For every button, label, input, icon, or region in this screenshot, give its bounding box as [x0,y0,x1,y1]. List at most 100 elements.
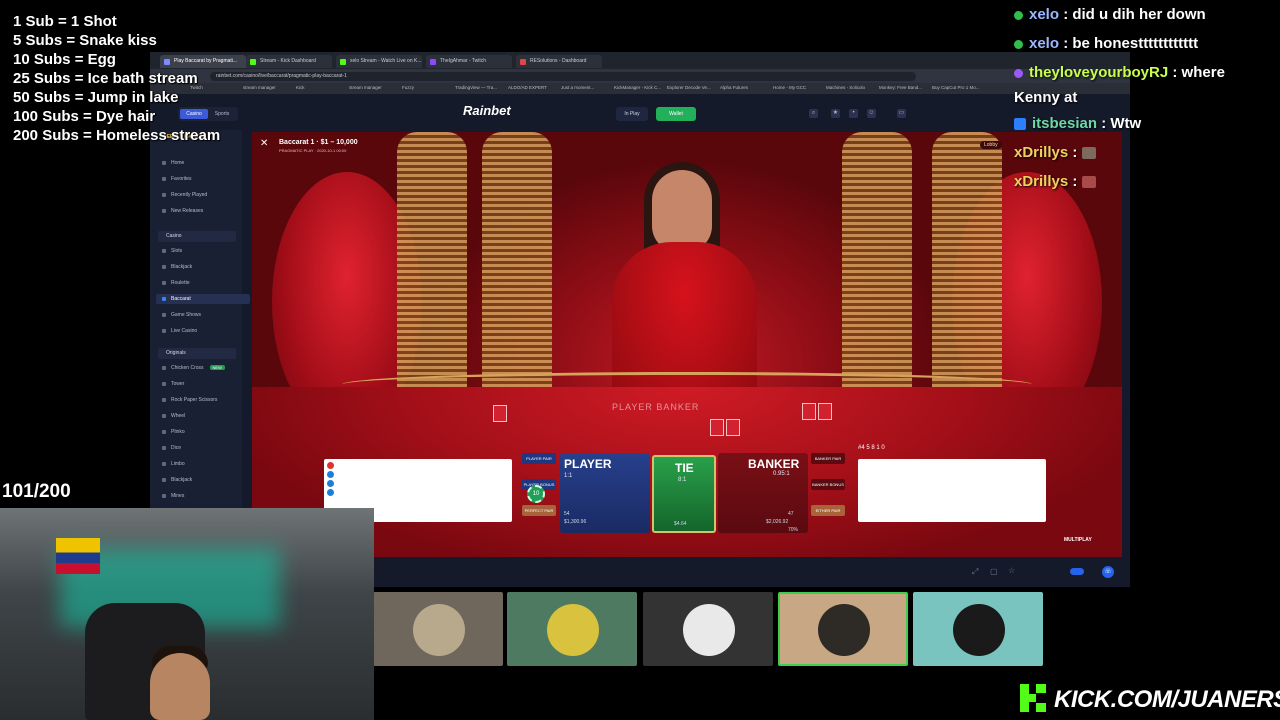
player-dot [327,480,334,487]
favorite-star-icon[interactable]: ☆ [1008,566,1015,575]
game-title[interactable]: Baccarat 1 · $1 – 10,000 [279,139,358,146]
bookmark-item[interactable]: Buy CapCut Pro 1 Mo... [932,85,980,90]
rewards-icon[interactable]: ★ [831,109,840,118]
emote-icon [1081,147,1096,160]
support-icon[interactable]: ☏ [1102,566,1114,578]
banker-bonus-bet[interactable]: BANKER BONUS [811,479,845,490]
sidebar-item-home[interactable]: Home [162,160,184,166]
sidebar-item-dice[interactable]: Dice [162,445,181,451]
participant-tile-active[interactable] [778,592,908,666]
player-pair-bet[interactable]: PLAYER PAIR [522,453,556,464]
sidebar-item-new-releases[interactable]: New Releases [162,208,203,214]
chat-username: xelo [1029,35,1060,52]
search-icon[interactable]: ⌕ [809,109,818,118]
chat-message: xelo : did u dih her down [1014,0,1280,29]
participant-tile[interactable] [507,592,637,666]
browser-tab[interactable]: TheIgAhmar - Twitch [426,55,512,68]
sidebar-item-baccarat[interactable]: Baccarat [156,294,250,304]
theater-icon[interactable]: ▢ [990,567,998,576]
bookmark-item[interactable]: TradingView — Tra... [455,85,497,90]
chat-username: xDrillys [1014,173,1069,190]
browser-window: Play Baccarat by Pragmati... Stream - Ki… [150,52,1130,587]
bookmark-item[interactable]: stream manager [349,85,382,90]
bookmark-item[interactable]: Alpha Futures [720,85,748,90]
banker-pair-bet[interactable]: BANKER PAIR [811,453,845,464]
chat-message-continued: Kenny at [1014,87,1280,109]
chat-icon[interactable]: ▭ [897,109,906,118]
sub-goal: 5 Subs = Snake kiss [13,32,157,49]
sidebar-item-limbo[interactable]: Limbo [162,461,185,467]
fullscreen-icon[interactable]: ⤢ [972,567,978,577]
close-icon[interactable]: ✕ [260,138,268,149]
player-odds: 1:1 [564,473,573,479]
sidebar-item-plinko[interactable]: Plinko [162,429,185,435]
bookmark-item[interactable]: Just a moment... [561,85,594,90]
url-field[interactable]: rainbet.com/casino/live/baccarat/pragmat… [210,72,916,81]
sub-counter: 101/200 [2,481,71,502]
sidebar-section-originals[interactable]: Originals [158,348,236,359]
notification-icon[interactable]: • [849,109,858,118]
perfect-pair-bet[interactable]: PERFECT PAIR [522,505,556,516]
sidebar-item-slots[interactable]: Slots [162,248,182,254]
streamer-webcam [0,508,374,720]
browser-tab[interactable]: Stream - Kick Dashboard [246,55,332,68]
sidebar-item-blackjack-original[interactable]: Blackjack [162,477,192,483]
site-logo[interactable]: Rainbet [463,103,511,118]
sidebar-item-live-casino[interactable]: Live Casino [162,328,197,334]
chat-text: : did u dih her down [1063,6,1206,23]
tower-icon [162,381,166,386]
tie-bet-area[interactable]: TIE 8:1 $4.64 [652,455,716,533]
person-avatar-icon [547,604,599,656]
profile-icon[interactable]: ☺ [867,109,876,118]
chat-username: xelo [1029,6,1060,23]
sidebar-item-recently-played[interactable]: Recently Played [162,192,207,198]
participant-tile[interactable] [373,592,503,666]
chip-10[interactable]: 10 [527,485,545,503]
sidebar-item-favorites[interactable]: Favorites [162,176,192,182]
sidebar-section-casino[interactable]: Casino [158,231,236,242]
chat-username: theyloveyourboyRJ [1029,64,1169,81]
banker-label: BANKER [748,457,800,471]
bookmark-item[interactable]: KickManager - Kick C... [614,85,661,90]
participant-tile[interactable] [913,592,1043,666]
lobby-button[interactable]: Lobby [980,141,1002,149]
player-label: PLAYER [564,457,612,471]
fun-mode-toggle[interactable] [1070,568,1084,575]
banker-bet-area[interactable]: BANKER 0.95:1 47 $2,026.92 70% [718,453,808,533]
hand-icon [162,397,166,402]
bookmark-item[interactable]: Explorer Decode Ve... [667,85,711,90]
bookmark-item[interactable]: Monkey: Free Band... [879,85,922,90]
sidebar-item-wheel[interactable]: Wheel [162,413,185,419]
sidebar-item-roulette[interactable]: Roulette [162,280,190,286]
sidebar-item-tower[interactable]: Tower [162,381,184,387]
wallet-button[interactable]: Wallet [656,107,696,121]
bookmark-item[interactable]: ALDO/AD EXPERT [508,85,547,90]
chat-message: xelo : be honestttttttttttt [1014,29,1280,58]
either-pair-bet[interactable]: EITHER PAIR [811,505,845,516]
sidebar-item-blackjack[interactable]: Blackjack [162,264,192,270]
browser-tab[interactable]: xelo Stream - Watch Live on K... [336,55,422,68]
banker-amount: $2,026.92 [766,519,789,525]
bookmark-item[interactable]: Fuzzy [402,85,414,90]
group-photo-avatar-icon [413,604,465,656]
player-bet-area[interactable]: PLAYER 1:1 54 $1,300.96 [560,453,650,533]
card-slot [726,419,740,436]
sidebar-item-game-shows[interactable]: Game Shows [162,312,201,318]
sidebar-item-rock-paper-scissors[interactable]: Rock Paper Scissors [162,397,217,403]
home-icon [162,160,166,165]
player-amount: $1,300.96 [564,519,587,525]
bookmark-item[interactable]: Kick [296,85,305,90]
bookmark-item[interactable]: Home - My GCC [773,85,806,90]
bookmark-item[interactable]: Machines - Solicolo [826,85,865,90]
in-play-button[interactable]: In Play [616,107,648,121]
participant-tile[interactable] [643,592,773,666]
banker-count: 47 [788,511,794,517]
tv-icon [162,312,166,317]
sub-goal: 25 Subs = Ice bath stream [13,70,198,87]
browser-tab[interactable]: RESolutions - Dashboard [516,55,602,68]
bookmark-item[interactable]: stream manager [243,85,276,90]
multiplay-button[interactable]: MULTIPLAY [1064,537,1092,543]
bookmarks-bar: Twitch stream manager Kick stream manager Fu… [150,83,1130,94]
sidebar-item-mines[interactable]: Mines [162,493,184,499]
sidebar-item-chicken-cross[interactable]: Chicken Cross NEW [162,365,225,371]
